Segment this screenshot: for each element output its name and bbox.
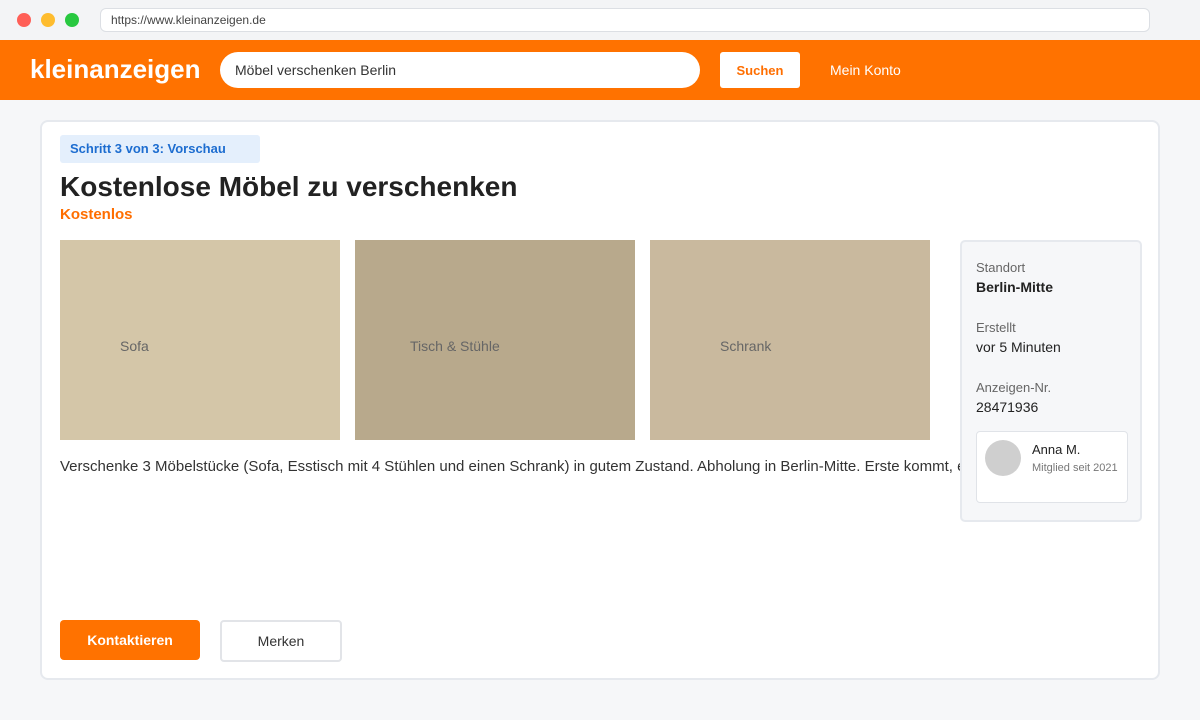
- ad-number-value: 28471936: [976, 399, 1039, 415]
- save-button[interactable]: Merken: [220, 620, 342, 662]
- window-maximize-button[interactable]: [65, 13, 79, 27]
- location-value: Berlin-Mitte: [976, 279, 1053, 295]
- site-logo[interactable]: kleinanzeigen: [30, 54, 201, 84]
- window-close-button[interactable]: [17, 13, 31, 27]
- listing-preview-card: Schritt 3 von 3: Vorschau Kostenlose Möb…: [40, 120, 1160, 680]
- seller-card[interactable]: Anna M. Mitglied seit 2021: [976, 431, 1128, 503]
- address-bar[interactable]: https://www.kleinanzeigen.de: [100, 8, 1150, 32]
- listing-title: Kostenlose Möbel zu verschenken: [60, 171, 518, 202]
- step-indicator: Schritt 3 von 3: Vorschau: [60, 135, 260, 163]
- avatar: [985, 440, 1021, 476]
- ad-number-label: Anzeigen-Nr.: [976, 380, 1052, 395]
- location-label: Standort: [976, 260, 1026, 275]
- listing-info-panel: Standort Berlin-Mitte Erstellt vor 5 Min…: [960, 240, 1142, 522]
- created-value: vor 5 Minuten: [976, 339, 1061, 355]
- listing-photo[interactable]: Tisch & Stühle: [355, 240, 635, 440]
- photo-label: Schrank: [720, 338, 772, 354]
- account-link[interactable]: Mein Konto: [830, 62, 901, 78]
- seller-member-since: Mitglied seit 2021: [1032, 462, 1118, 474]
- listing-description: Verschenke 3 Möbelstücke (Sofa, Esstisch…: [60, 458, 960, 475]
- listing-photo[interactable]: Sofa: [60, 240, 340, 440]
- created-label: Erstellt: [976, 320, 1016, 335]
- listing-price: Kostenlos: [60, 206, 133, 223]
- listing-photo[interactable]: Schrank: [650, 240, 930, 440]
- photo-label: Sofa: [120, 338, 149, 354]
- search-button[interactable]: Suchen: [720, 52, 800, 88]
- seller-name: Anna M.: [1032, 442, 1081, 457]
- search-input[interactable]: [220, 52, 700, 88]
- window-minimize-button[interactable]: [41, 13, 55, 27]
- photo-label: Tisch & Stühle: [410, 338, 500, 354]
- site-header: kleinanzeigen Suchen Mein Konto: [0, 40, 1200, 100]
- contact-button[interactable]: Kontaktieren: [60, 620, 200, 660]
- browser-chrome: https://www.kleinanzeigen.de: [0, 0, 1200, 40]
